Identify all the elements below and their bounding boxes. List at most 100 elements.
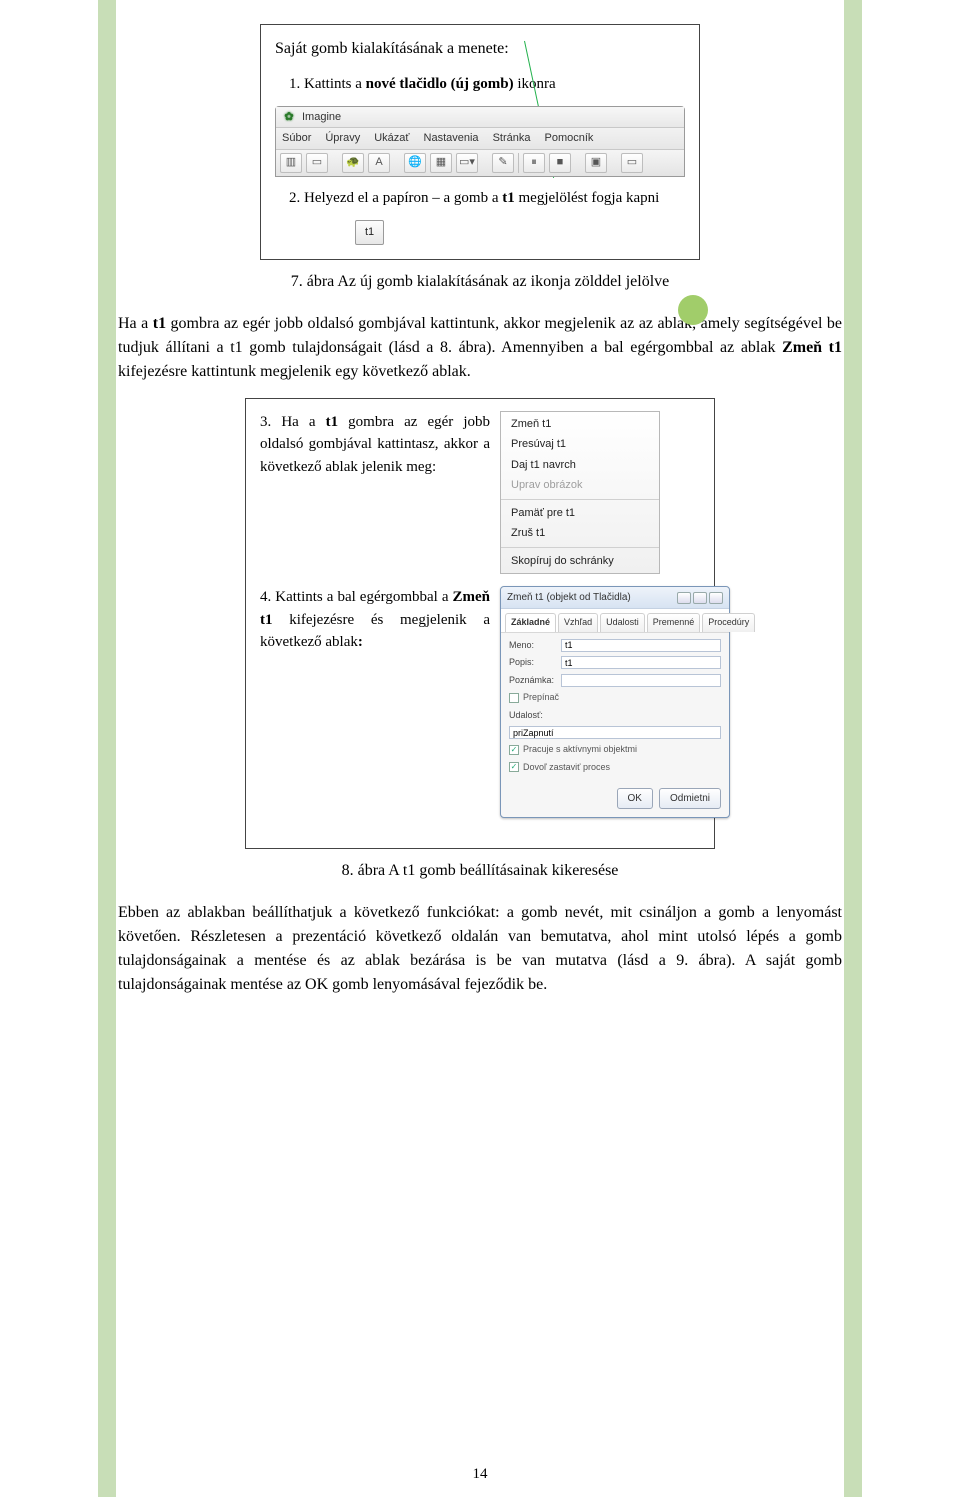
- step1-pre: 1. Kattints a: [289, 76, 366, 92]
- ctx-sep-1: [501, 499, 659, 500]
- imagine-window: ✿ Imagine Súbor Úpravy Ukázať Nastavenia…: [275, 106, 685, 177]
- step-3-row: 3. Ha a t1 gombra az egér jobb oldalsó g…: [260, 411, 700, 575]
- tab-procedury[interactable]: Procedúry: [702, 613, 755, 632]
- tab-vzhlad[interactable]: Vzhľad: [558, 613, 598, 632]
- dialog-body: Meno: Popis: Poznámka: Prepínač: [501, 633, 729, 783]
- step2-bold: t1: [502, 190, 515, 206]
- label-popis: Popis:: [509, 656, 557, 670]
- imagine-app-icon: ✿: [282, 110, 296, 124]
- step4-post: kifejezésre és megjelenik a következő ab…: [260, 612, 490, 651]
- menu-nastavenia[interactable]: Nastavenia: [424, 130, 479, 147]
- figure-2-caption: 8. ábra A t1 gomb beállításainak kikeres…: [118, 859, 842, 883]
- paragraph-2: Ebben az ablakban beállíthatjuk a követk…: [118, 901, 842, 997]
- tool-text-icon[interactable]: A: [368, 153, 390, 173]
- maximize-icon[interactable]: [693, 592, 707, 604]
- figure-2-box: 3. Ha a t1 gombra az egér jobb oldalsó g…: [245, 398, 715, 850]
- zmen-t1-dialog: Zmeň t1 (objekt od Tlačidla) Základné Vz…: [500, 586, 730, 818]
- figure-1-title: Saját gomb kialakításának a menete:: [275, 37, 685, 61]
- input-popis[interactable]: [561, 656, 721, 669]
- figure-1-box: Saját gomb kialakításának a menete: 1. K…: [260, 24, 700, 260]
- checkbox-prepinac-icon: [509, 693, 519, 703]
- toolbar-separator: [518, 153, 519, 173]
- tool-window-icon[interactable]: ▣: [585, 153, 607, 173]
- tool-rect-icon[interactable]: ▭: [621, 153, 643, 173]
- tool-paint-icon[interactable]: ✎: [492, 153, 514, 173]
- step-4-row: 4. Kattints a bal egérgombbal a Zmeň t1 …: [260, 586, 700, 818]
- menu-pomocnik[interactable]: Pomocník: [544, 130, 593, 147]
- menu-subor[interactable]: Súbor: [282, 130, 311, 147]
- imagine-menubar: Súbor Úpravy Ukázať Nastavenia Stránka P…: [276, 128, 684, 150]
- label-poznamka: Poznámka:: [509, 674, 557, 688]
- cancel-button[interactable]: Odmietni: [659, 788, 721, 809]
- row-poznamka: Poznámka:: [509, 674, 721, 688]
- step-2: 2. Helyezd el a papíron – a gomb a t1 me…: [289, 187, 685, 210]
- check-allow-label: Dovoľ zastaviť proces: [523, 761, 610, 775]
- t1-button[interactable]: t1: [355, 220, 384, 245]
- ctx-skopiruj[interactable]: Skopíruj do schránky: [501, 551, 659, 572]
- tab-premenne[interactable]: Premenné: [647, 613, 701, 632]
- ctx-sep-2: [501, 547, 659, 548]
- check-active-label: Pracuje s aktívnymi objektmi: [523, 743, 637, 757]
- check-prepinac-label: Prepínač: [523, 691, 559, 705]
- tool-open-icon[interactable]: ▭: [306, 153, 328, 173]
- p1-b: t1: [153, 315, 166, 332]
- page-root: Saját gomb kialakításának a menete: 1. K…: [0, 0, 960, 1497]
- page-number: 14: [0, 1463, 960, 1486]
- green-margin-right: [844, 0, 862, 1497]
- input-meno[interactable]: [561, 639, 721, 652]
- tool-turtle-icon[interactable]: 🐢: [342, 153, 364, 173]
- step3-pre: 3. Ha a: [260, 414, 326, 430]
- label-meno: Meno:: [509, 639, 557, 653]
- menu-upravy[interactable]: Úpravy: [325, 130, 360, 147]
- step2-post: megjelölést fogja kapni: [515, 190, 660, 206]
- dialog-title-text: Zmeň t1 (objekt od Tlačidla): [507, 590, 631, 605]
- tool-globe-icon[interactable]: 🌐: [404, 153, 426, 173]
- tool-pause-icon[interactable]: ⏸: [523, 153, 545, 173]
- tab-zakladne[interactable]: Základné: [505, 613, 556, 632]
- label-udalost: Udalosť:: [509, 709, 557, 723]
- ctx-daj-t1[interactable]: Daj t1 navrch: [501, 455, 659, 476]
- menu-stranka[interactable]: Stránka: [493, 130, 531, 147]
- step2-pre: 2. Helyezd el a papíron – a gomb a: [289, 190, 502, 206]
- input-udalost[interactable]: [509, 726, 721, 739]
- menu-ukazat[interactable]: Ukázať: [374, 130, 409, 147]
- check-active[interactable]: ✓ Pracuje s aktívnymi objektmi: [509, 743, 721, 757]
- check-prepinac[interactable]: Prepínač: [509, 691, 721, 705]
- tool-new-button-icon[interactable]: ▭▾: [456, 153, 478, 173]
- row-popis: Popis:: [509, 656, 721, 670]
- ctx-presuvaj-t1[interactable]: Presúvaj t1: [501, 434, 659, 455]
- p1-c: gombra az egér jobb oldalsó gombjával ka…: [118, 315, 842, 356]
- row-meno: Meno:: [509, 639, 721, 653]
- tool-new-icon[interactable]: ▥: [280, 153, 302, 173]
- ctx-pamat-t1[interactable]: Pamäť pre t1: [501, 503, 659, 524]
- step-1: 1. Kattints a nové tlačidlo (új gomb) ik…: [289, 73, 685, 96]
- p1-a: Ha a: [118, 315, 153, 332]
- imagine-toolbar: ▥ ▭ 🐢 A 🌐 ▦ ▭▾ ✎ ⏸ ■ ▣ ▭: [276, 150, 684, 176]
- dialog-tabs: Základné Vzhľad Udalosti Premenné Proced…: [501, 609, 729, 633]
- imagine-title-text: Imagine: [302, 109, 341, 126]
- checkbox-active-icon: ✓: [509, 745, 519, 755]
- green-margin-left: [98, 0, 116, 1497]
- row-udalost: Udalosť:: [509, 709, 721, 723]
- figure-1-caption: 7. ábra Az új gomb kialakításának az iko…: [118, 270, 842, 294]
- minimize-icon[interactable]: [677, 592, 691, 604]
- ctx-zrus-t1[interactable]: Zruš t1: [501, 523, 659, 544]
- p1-e: kifejezésre kattintunk megjelenik egy kö…: [118, 363, 471, 380]
- check-allow[interactable]: ✓ Dovoľ zastaviť proces: [509, 761, 721, 775]
- tool-grid-icon[interactable]: ▦: [430, 153, 452, 173]
- dialog-titlebar: Zmeň t1 (objekt od Tlačidla): [501, 587, 729, 609]
- tool-stop-icon[interactable]: ■: [549, 153, 571, 173]
- ctx-zmen-t1[interactable]: Zmeň t1: [501, 414, 659, 435]
- close-icon[interactable]: [709, 592, 723, 604]
- paragraph-1: Ha a t1 gombra az egér jobb oldalsó gomb…: [118, 312, 842, 384]
- imagine-titlebar: ✿ Imagine: [276, 107, 684, 129]
- tab-udalosti[interactable]: Udalosti: [600, 613, 645, 632]
- step3-bold: t1: [326, 414, 339, 430]
- ok-button[interactable]: OK: [617, 788, 653, 809]
- row-udalost-val: [509, 726, 721, 739]
- p1-d: Zmeň t1: [782, 339, 842, 356]
- step1-bold: nové tlačidlo (új gomb): [366, 76, 514, 92]
- green-dot-marker: [678, 295, 708, 325]
- step4-pre: 4. Kattints a bal egérgombbal a: [260, 589, 453, 605]
- input-poznamka[interactable]: [561, 674, 721, 687]
